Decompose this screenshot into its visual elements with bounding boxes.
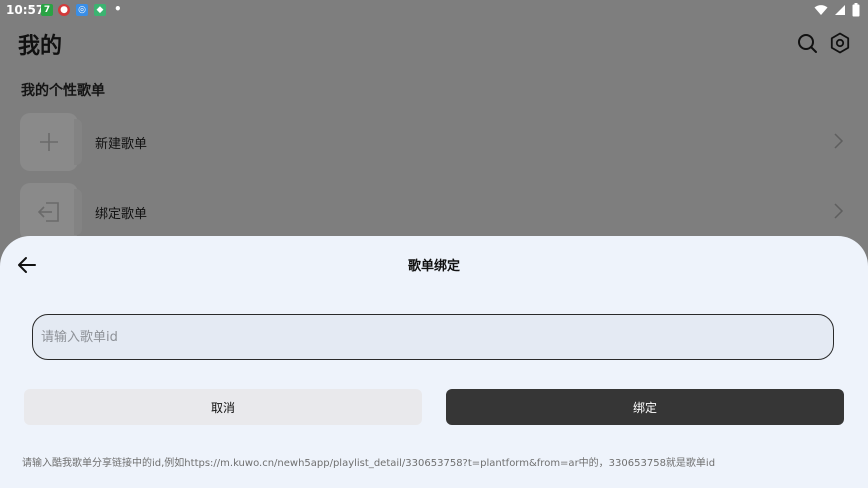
bind-playlist-sheet: 歌单绑定 取消 绑定 请输入酷我歌单分享链接中的id,例如https://m.k… (0, 236, 868, 488)
hint-text: 请输入酷我歌单分享链接中的id,例如https://m.kuwo.cn/newh… (22, 458, 716, 469)
notification-dot: • (114, 2, 122, 16)
chevron-right-icon (834, 203, 844, 219)
app-green-icon: ◆ (94, 4, 106, 16)
playlist-id-input[interactable] (32, 314, 834, 360)
page-title: 我的 (18, 34, 63, 59)
list-item-label: 绑定歌单 (95, 207, 148, 222)
list-item-new-playlist[interactable]: 新建歌单 (20, 113, 850, 171)
status-right-icons (814, 3, 860, 17)
chevron-right-icon (834, 133, 844, 149)
import-icon (37, 202, 59, 222)
sheet-title: 歌单绑定 (407, 259, 460, 274)
plus-icon (40, 133, 58, 151)
status-time: 10:57 (6, 3, 45, 17)
app-7-icon: 7 (41, 4, 53, 16)
app-red-icon: ● (58, 4, 70, 16)
list-item-label: 新建歌单 (95, 137, 148, 152)
wifi-icon (814, 5, 828, 15)
battery-icon (852, 3, 860, 17)
signal-icon (835, 5, 845, 15)
bind-button[interactable]: 绑定 (446, 389, 844, 425)
list-item-bind-playlist[interactable]: 绑定歌单 (20, 183, 850, 241)
bind-playlist-thumb (20, 183, 82, 241)
section-title: 我的个性歌单 (21, 83, 105, 99)
new-playlist-thumb (20, 113, 82, 171)
search-icon[interactable] (796, 32, 818, 54)
status-bar: 10:57 7 ● ◎ ◆ • (0, 0, 868, 22)
app-blue-icon: ◎ (76, 4, 88, 16)
settings-gear-icon[interactable] (829, 32, 851, 54)
cancel-button[interactable]: 取消 (24, 389, 422, 425)
